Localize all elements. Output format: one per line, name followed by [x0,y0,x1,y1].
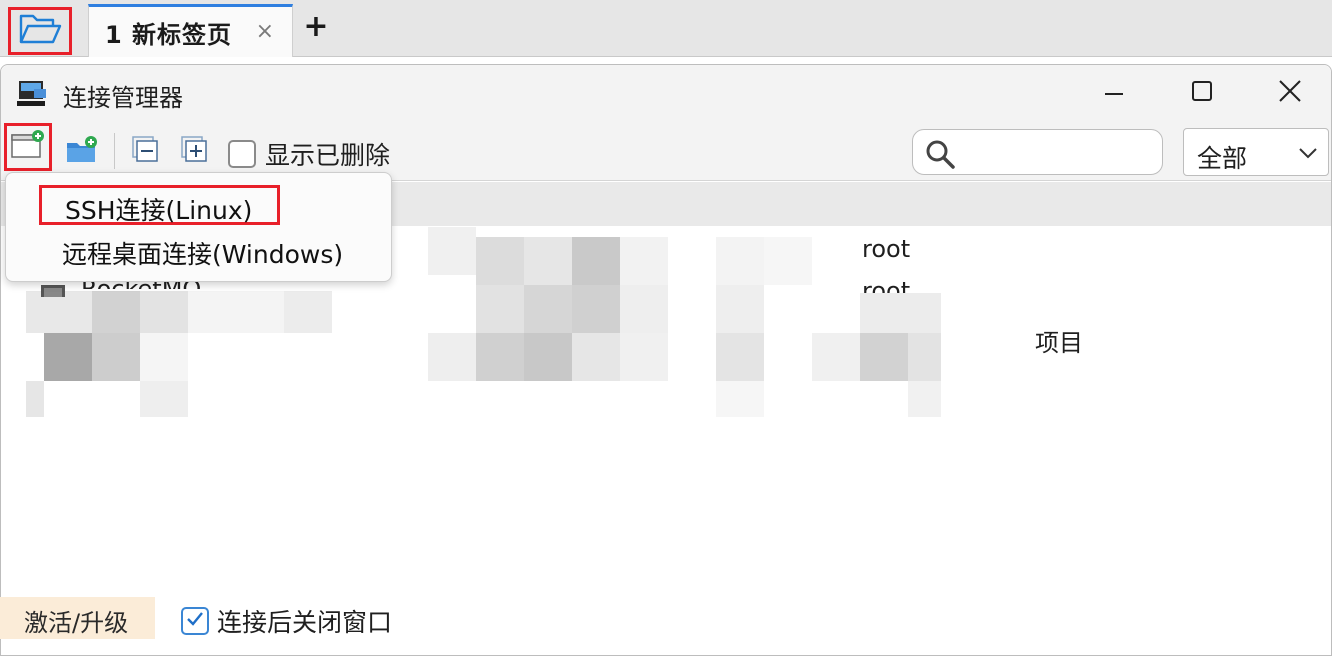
new-folder-icon [65,135,99,169]
row2-username: root [862,277,911,293]
checkbox-box[interactable] [181,607,209,635]
new-folder-button[interactable] [65,135,99,169]
expand-all-button[interactable] [178,135,212,169]
new-connection-icon [10,129,46,165]
tab-new-tab[interactable]: 1 新标签页 × [88,4,293,57]
maximize-icon [1191,80,1213,106]
close-icon [1278,79,1302,107]
minimize-icon [1103,80,1125,106]
search-input[interactable] [912,129,1163,175]
close-button[interactable] [1267,73,1313,113]
menu-item-ssh-linux[interactable]: SSH连接(Linux) [39,185,280,225]
title-bar: 连接管理器 [1,65,1331,123]
expand-icon [180,135,210,169]
checkmark-icon [185,609,205,633]
new-connection-button[interactable] [4,123,52,171]
activate-upgrade-button[interactable]: 激活/升级 [0,597,155,639]
open-session-button[interactable] [8,7,72,55]
filter-value: 全部 [1197,144,1248,173]
filter-select[interactable]: 全部 [1183,128,1329,176]
tab-bar: 1 新标签页 × + [0,0,1332,57]
session-icon [39,283,67,297]
close-after-connect-label: 连接后关闭窗口 [217,608,393,637]
checkbox-box[interactable] [228,140,256,168]
tab-close-icon[interactable]: × [256,19,274,44]
group-label: 项目 [1035,329,1083,357]
menu-item-rdp-windows[interactable]: 远程桌面连接(Windows) [62,235,343,271]
minimize-button[interactable] [1091,73,1137,113]
connection-manager-dialog: 连接管理器 显示已删除 全部 root RocketMQ root 项目 [0,64,1332,656]
new-tab-button[interactable]: + [303,12,329,42]
toolbar-divider [114,133,115,169]
search-icon [924,138,956,174]
row1-username: root [862,235,911,263]
close-after-connect-checkbox[interactable]: 连接后关闭窗口 [181,603,392,639]
show-deleted-label: 显示已删除 [265,141,391,170]
menu-item-label: SSH连接(Linux) [65,196,253,225]
collapse-icon [131,135,161,169]
monitor-icon [16,79,48,113]
chevron-down-icon [1296,141,1320,169]
collapse-all-button[interactable] [129,135,163,169]
folder-open-icon [18,12,62,50]
maximize-button[interactable] [1179,73,1225,113]
show-deleted-checkbox[interactable]: 显示已删除 [228,136,390,172]
new-connection-menu: SSH连接(Linux) 远程桌面连接(Windows) [5,172,392,282]
tab-label: 1 新标签页 [105,20,233,49]
dialog-title: 连接管理器 [63,84,183,112]
